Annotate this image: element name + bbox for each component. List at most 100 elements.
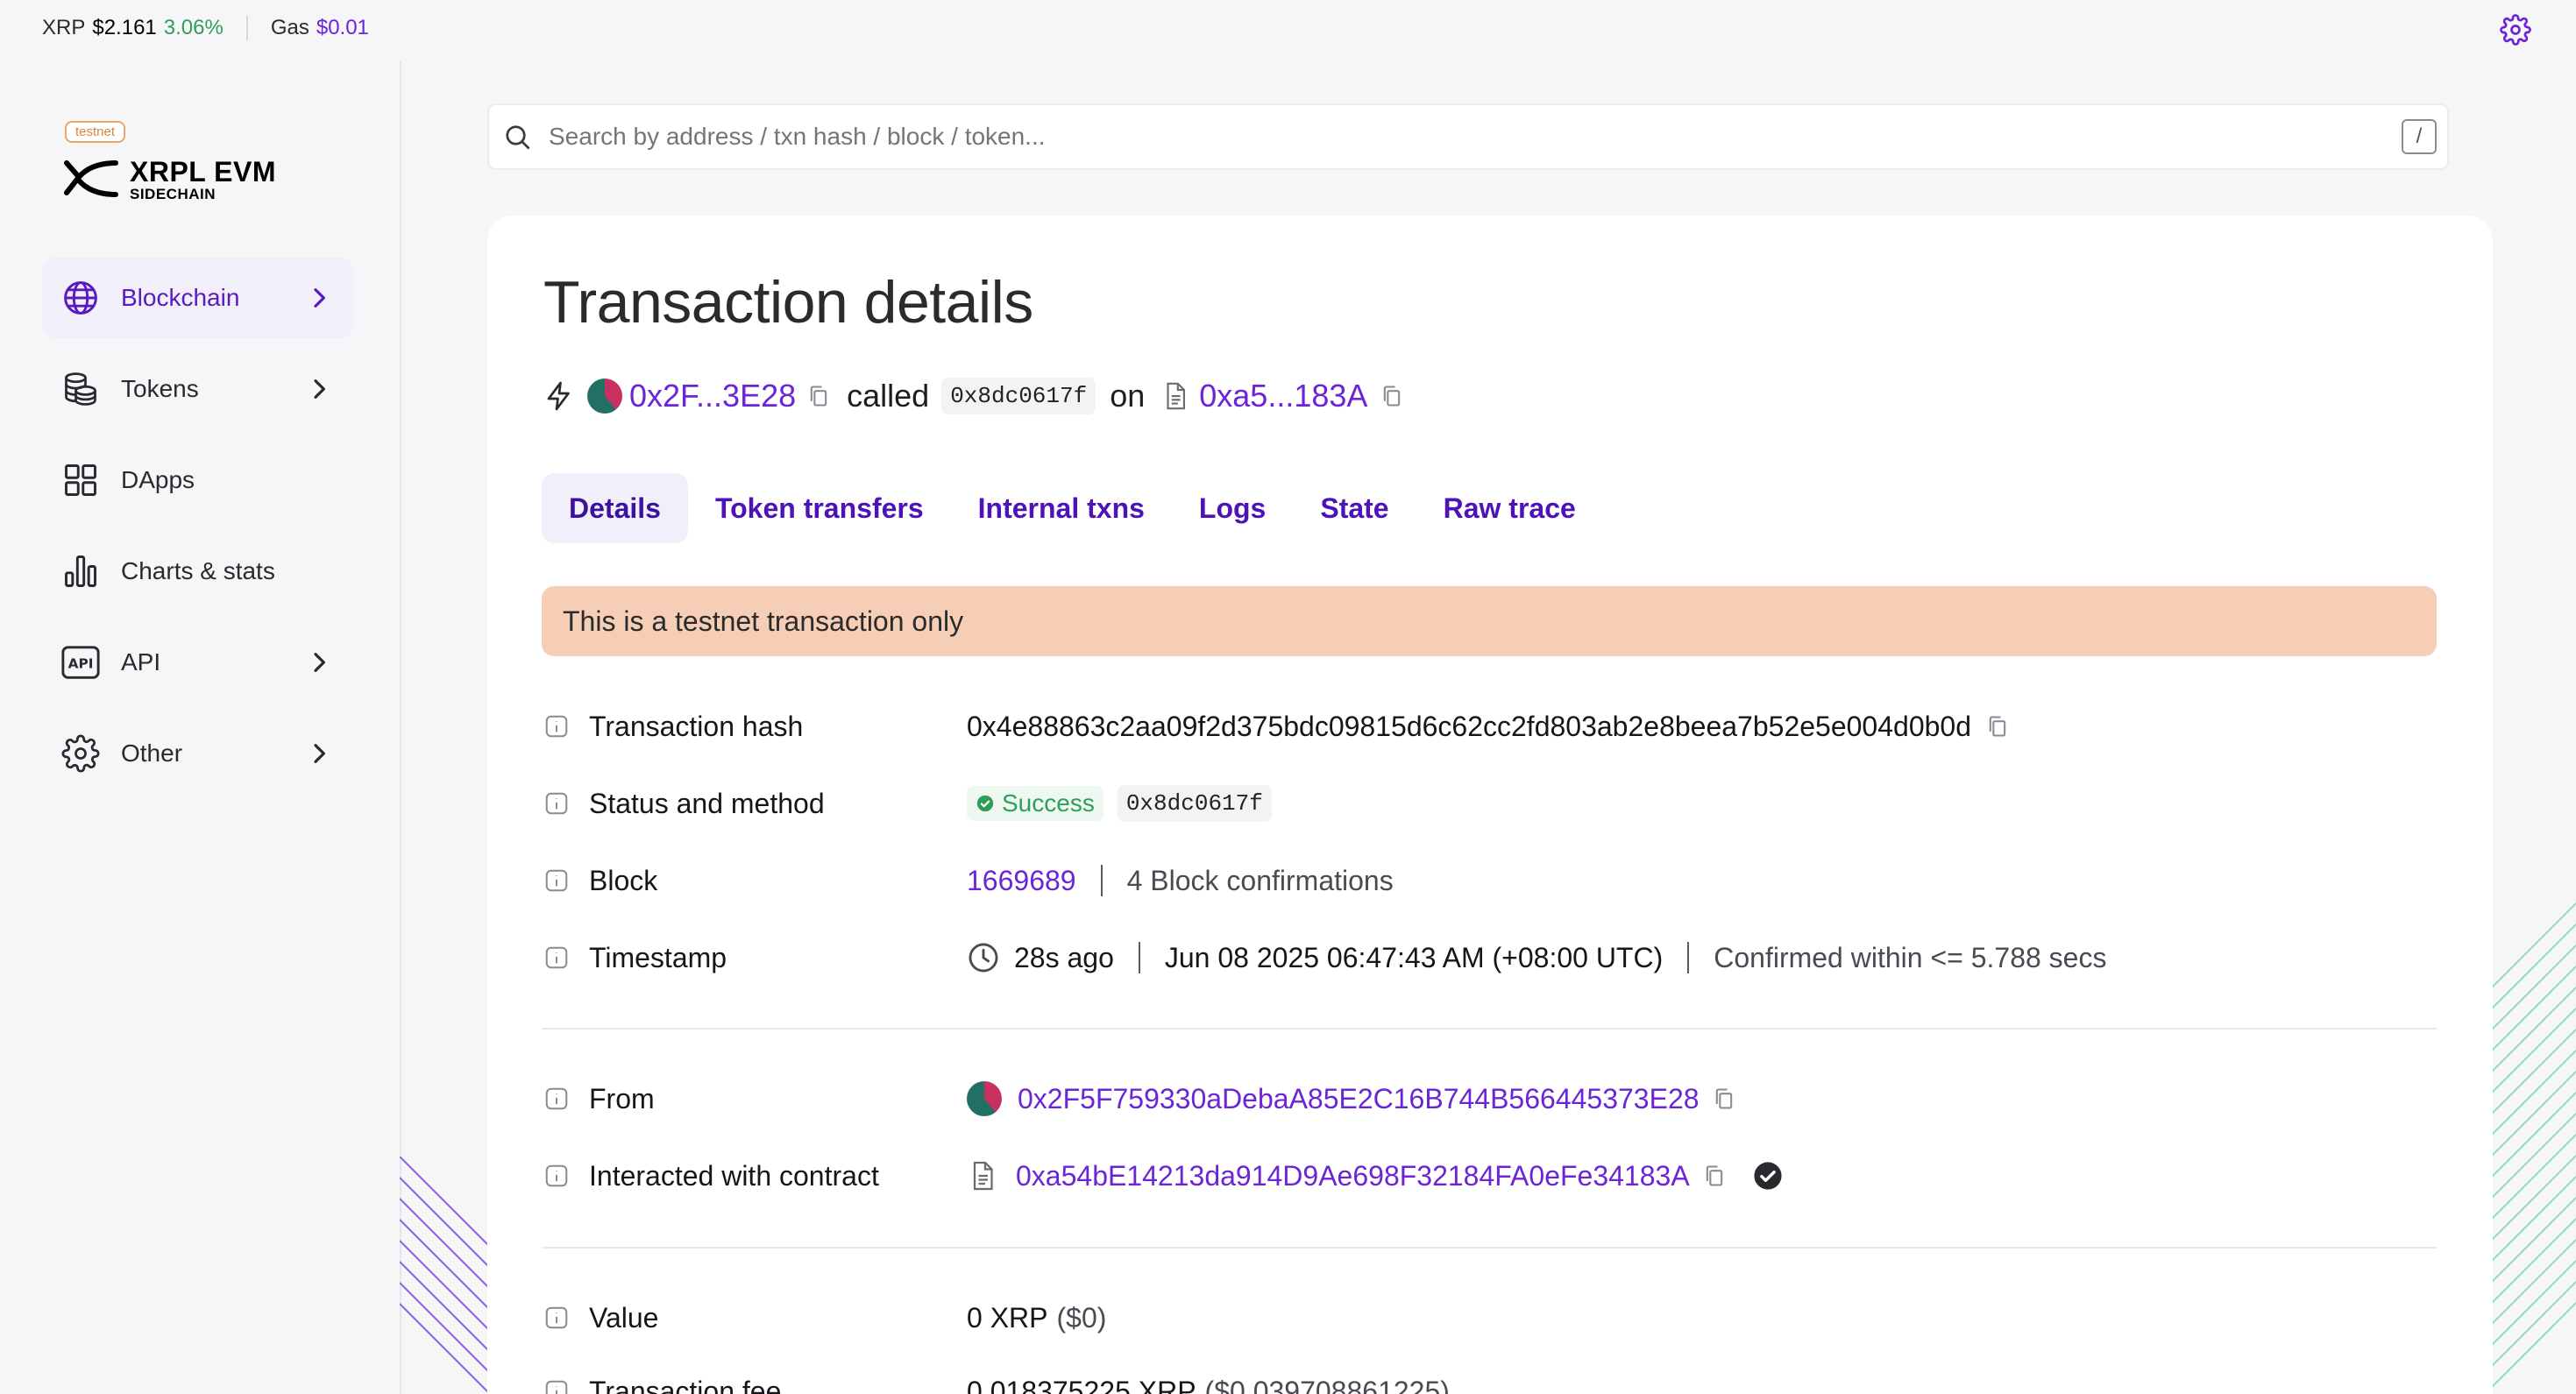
- xrp-label: XRP: [42, 16, 86, 39]
- status-text: Success: [1002, 789, 1095, 817]
- section-divider: [542, 1028, 2437, 1030]
- gas-value[interactable]: $0.01: [316, 16, 369, 40]
- xrp-change: 3.06%: [163, 16, 224, 39]
- tab-internal-txns[interactable]: Internal txns: [951, 473, 1172, 543]
- block-number-link[interactable]: 1669689: [967, 865, 1076, 897]
- info-icon[interactable]: [543, 713, 570, 739]
- value-usd: ($0): [1056, 1301, 1107, 1334]
- copy-icon[interactable]: [1985, 714, 2010, 739]
- testnet-alert: This is a testnet transaction only: [542, 586, 2437, 656]
- transaction-summary: 0x2F...3E28 called 0x8dc0617f on 0xa5...…: [543, 375, 1404, 417]
- sidebar-item-label: Tokens: [121, 375, 199, 402]
- info-icon[interactable]: [543, 1378, 570, 1394]
- search-bar[interactable]: /: [487, 103, 2449, 170]
- check-circle-icon: [976, 795, 994, 812]
- chevron-right-icon: [314, 288, 325, 308]
- copy-icon[interactable]: [1380, 384, 1404, 408]
- logo-subtitle[interactable]: SIDECHAIN: [130, 186, 216, 203]
- testnet-badge: testnet: [65, 121, 126, 143]
- value-amount: 0 XRP: [967, 1301, 1048, 1334]
- detail-label-hash: Transaction hash: [543, 705, 803, 747]
- detail-value-value: 0 XRP ($0): [967, 1297, 1106, 1339]
- settings-gear-icon[interactable]: [2500, 14, 2531, 46]
- avatar: [587, 379, 622, 414]
- info-icon[interactable]: [543, 1163, 570, 1189]
- tab-logs[interactable]: Logs: [1172, 473, 1293, 543]
- bar-chart-icon: [60, 550, 102, 592]
- coins-icon: [60, 368, 102, 410]
- api-icon: API: [60, 641, 102, 683]
- value-divider: [1687, 942, 1690, 973]
- label-text: Status and method: [589, 787, 825, 819]
- grid-icon: [60, 459, 102, 501]
- sidebar-item-other[interactable]: Other: [42, 713, 354, 794]
- label-text: Transaction fee: [589, 1375, 782, 1394]
- gas-label: Gas: [270, 16, 309, 39]
- chevron-right-icon: [314, 744, 325, 763]
- info-icon[interactable]: [543, 1086, 570, 1112]
- contract-address-short-link[interactable]: 0xa5...183A: [1199, 378, 1367, 414]
- info-icon[interactable]: [543, 945, 570, 971]
- sidebar-item-blockchain[interactable]: Blockchain: [42, 258, 354, 338]
- fee-usd: ($0.039708861225): [1204, 1375, 1450, 1394]
- detail-value-fee: 0.018375225 XRP ($0.039708861225): [967, 1370, 1450, 1394]
- method-chip: 0x8dc0617f: [941, 378, 1096, 414]
- fee-amount: 0.018375225 XRP: [967, 1375, 1196, 1394]
- label-text: Interacted with contract: [589, 1159, 879, 1192]
- tab-state[interactable]: State: [1293, 473, 1416, 543]
- block-confirmations: 4 Block confirmations: [1126, 864, 1394, 896]
- sidebar-item-label: API: [121, 648, 161, 676]
- sidebar-item-label: Other: [121, 739, 183, 767]
- tab-token-transfers[interactable]: Token transfers: [688, 473, 951, 543]
- from-address-short-link[interactable]: 0x2F...3E28: [629, 378, 796, 414]
- detail-label-fee: Transaction fee: [543, 1370, 781, 1394]
- contract-address-link[interactable]: 0xa54bE14213da914D9Ae698F32184FA0eFe3418…: [1016, 1160, 1690, 1192]
- globe-icon: [60, 277, 102, 319]
- value-divider: [1138, 942, 1140, 973]
- label-text: Block: [589, 864, 658, 896]
- tab-details[interactable]: Details: [542, 473, 688, 543]
- copy-icon[interactable]: [806, 384, 831, 408]
- tab-raw-trace[interactable]: Raw trace: [1416, 473, 1603, 543]
- search-input[interactable]: [549, 123, 2402, 151]
- sidebar-item-api[interactable]: API API: [42, 622, 354, 703]
- detail-label-timestamp: Timestamp: [543, 937, 727, 979]
- search-shortcut-key: /: [2402, 119, 2437, 154]
- copy-icon[interactable]: [1712, 1086, 1736, 1111]
- xrp-price: $2.161: [92, 16, 157, 39]
- price-stats: XRP $2.161 3.06% Gas $0.01: [42, 16, 369, 40]
- search-icon: [506, 125, 530, 150]
- detail-label-contract: Interacted with contract: [543, 1155, 879, 1197]
- detail-label-value: Value: [543, 1297, 658, 1339]
- detail-label-status: Status and method: [543, 782, 825, 824]
- detail-value-status: Success 0x8dc0617f: [967, 782, 1272, 824]
- logo-title[interactable]: XRPL EVM: [130, 156, 276, 188]
- sidebar-item-dapps[interactable]: DApps: [42, 440, 354, 520]
- chevron-right-icon: [314, 379, 325, 399]
- copy-icon[interactable]: [1702, 1164, 1727, 1188]
- sidebar-item-tokens[interactable]: Tokens: [42, 349, 354, 429]
- stats-divider: [245, 16, 248, 40]
- sidebar-item-label: Blockchain: [121, 284, 240, 311]
- detail-value-timestamp: 28s ago Jun 08 2025 06:47:43 AM (+08:00 …: [967, 937, 2106, 979]
- tab-bar: Details Token transfers Internal txns Lo…: [542, 473, 1603, 543]
- timestamp-full: Jun 08 2025 06:47:43 AM (+08:00 UTC): [1164, 941, 1664, 973]
- detail-label-from: From: [543, 1078, 655, 1120]
- label-text: Transaction hash: [589, 710, 804, 742]
- chevron-right-icon: [314, 653, 325, 672]
- sidebar-item-charts-stats[interactable]: Charts & stats: [42, 531, 354, 612]
- contract-file-icon: [1167, 382, 1186, 410]
- avatar: [967, 1081, 1002, 1116]
- from-address-link[interactable]: 0x2F5F759330aDebaA85E2C16B744B566445373E…: [1018, 1083, 1700, 1115]
- info-icon[interactable]: [543, 867, 570, 894]
- info-icon[interactable]: [543, 1305, 570, 1331]
- detail-value-contract: 0xa54bE14213da914D9Ae698F32184FA0eFe3418…: [967, 1155, 1783, 1197]
- detail-value-block: 1669689 4 Block confirmations: [967, 860, 1394, 902]
- info-icon[interactable]: [543, 790, 570, 817]
- sidebar-item-label: Charts & stats: [121, 557, 275, 584]
- verified-check-icon: [1754, 1162, 1782, 1190]
- xrpl-logo-icon[interactable]: [63, 158, 119, 200]
- section-divider: [542, 1247, 2437, 1249]
- top-bar: XRP $2.161 3.06% Gas $0.01: [0, 0, 2576, 58]
- detail-label-block: Block: [543, 860, 657, 902]
